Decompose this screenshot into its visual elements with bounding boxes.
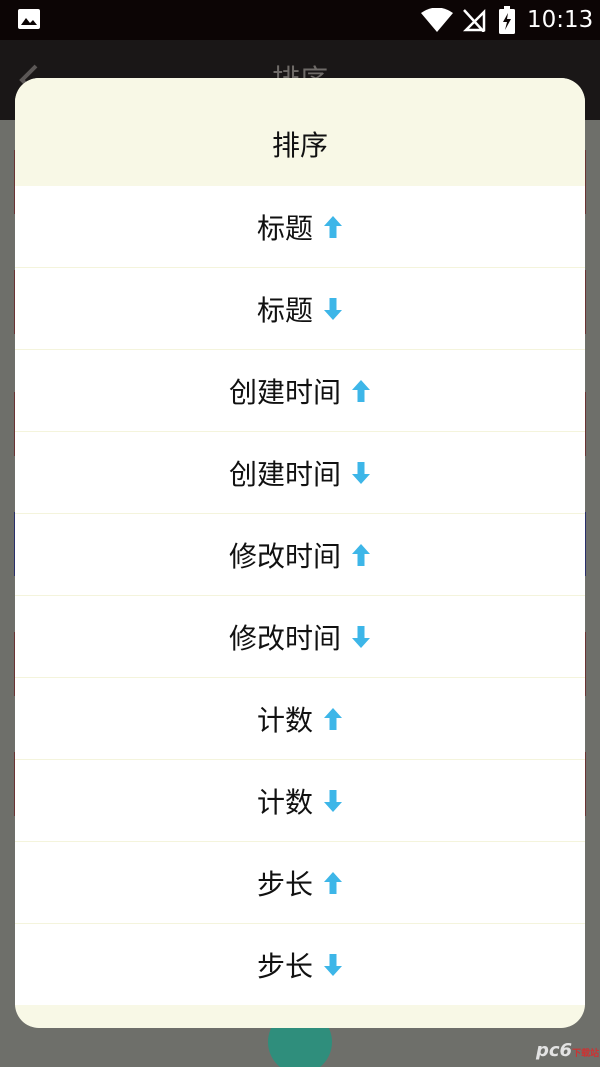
sort-option-4[interactable]: 修改时间 (15, 514, 585, 596)
sort-dialog: 排序 标题 标题 创建时间 创建时间 修改时间 修改时间 计数 计数 步长 步长 (15, 78, 585, 1028)
screen: 10:13 排序 排序 标题标题创建时间创建时间修改时间修改时间计数计数步长步长… (0, 0, 600, 1067)
sort-option-label: 标题 (256, 211, 313, 245)
sort-option-2[interactable]: 创建时间 (15, 350, 585, 432)
arrow-up-icon (324, 215, 342, 238)
no-signal-icon (462, 8, 486, 32)
sort-option-label: 计数 (256, 703, 313, 737)
sort-option-label: 创建时间 (228, 457, 341, 491)
sort-option-5[interactable]: 修改时间 (15, 596, 585, 678)
sort-option-8[interactable]: 步长 (15, 842, 585, 924)
watermark-subtext: 下载站 (572, 1049, 600, 1059)
sort-option-label: 创建时间 (228, 375, 341, 409)
sort-option-3[interactable]: 创建时间 (15, 432, 585, 514)
sort-option-1[interactable]: 标题 (15, 268, 585, 350)
sort-option-label: 标题 (256, 293, 313, 327)
arrow-down-icon (324, 297, 342, 320)
arrow-up-icon (324, 871, 342, 894)
battery-charging-icon (499, 6, 515, 34)
status-time: 10:13 (527, 7, 594, 33)
watermark-text: pc6 (536, 1040, 573, 1061)
sort-option-7[interactable]: 计数 (15, 760, 585, 842)
sort-option-label: 修改时间 (228, 539, 341, 573)
sort-option-6[interactable]: 计数 (15, 678, 585, 760)
sort-option-label: 步长 (256, 949, 313, 983)
wifi-icon (421, 8, 453, 32)
sort-option-label: 步长 (256, 867, 313, 901)
sort-option-9[interactable]: 步长 (15, 924, 585, 1005)
sort-option-0[interactable]: 标题 (15, 186, 585, 268)
arrow-up-icon (324, 707, 342, 730)
status-bar: 10:13 (0, 0, 600, 40)
arrow-up-icon (352, 543, 370, 566)
sort-option-label: 修改时间 (228, 621, 341, 655)
image-icon (18, 9, 40, 29)
dialog-title: 排序 (15, 78, 585, 186)
arrow-down-icon (352, 461, 370, 484)
sort-options-list: 标题 标题 创建时间 创建时间 修改时间 修改时间 计数 计数 步长 步长 (15, 186, 585, 1005)
watermark: pc6下载站 (536, 1040, 599, 1061)
arrow-down-icon (352, 625, 370, 648)
arrow-down-icon (324, 953, 342, 976)
arrow-down-icon (324, 789, 342, 812)
sort-option-label: 计数 (256, 785, 313, 819)
arrow-up-icon (352, 379, 370, 402)
